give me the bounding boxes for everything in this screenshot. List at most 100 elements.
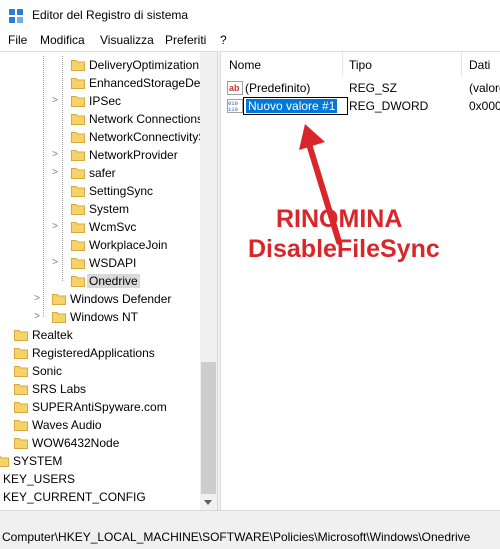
folder-icon [71, 186, 85, 197]
tree-item[interactable]: > Windows Defender [0, 290, 200, 308]
svg-text:ab: ab [229, 83, 240, 93]
folder-icon [71, 150, 85, 161]
menu-modifica[interactable]: Modifica [40, 33, 85, 47]
menu-help[interactable]: ? [220, 33, 227, 47]
tree-scrollbar[interactable] [200, 52, 217, 510]
tree-item[interactable]: KEY_CURRENT_CONFIG [0, 488, 200, 506]
column-type-header[interactable]: Tipo [349, 58, 372, 72]
value-data: 0x00000000 (0) [469, 99, 500, 113]
tree-item[interactable]: SRS Labs [0, 380, 200, 398]
folder-icon [14, 384, 28, 395]
annotation-title: RINOMINA [276, 205, 403, 233]
tree-item[interactable]: Realtek [0, 326, 200, 344]
folder-icon [71, 114, 85, 125]
tree-item[interactable]: Network Connections [0, 110, 204, 128]
expand-chevron-icon[interactable]: > [50, 149, 60, 160]
tree-item[interactable]: DeliveryOptimization [0, 56, 200, 74]
svg-text:110: 110 [228, 106, 238, 113]
tree-item-label: EnhancedStorageDevices [89, 76, 217, 90]
tree-item[interactable]: WorkplaceJoin [0, 236, 200, 254]
folder-icon [14, 402, 28, 413]
folder-icon [71, 96, 85, 107]
tree-item-label: Realtek [32, 328, 73, 342]
folder-icon [14, 330, 28, 341]
tree-item[interactable]: > WSDAPI [0, 254, 200, 272]
scroll-down-icon[interactable] [204, 500, 212, 505]
tree-item[interactable]: > safer [0, 164, 200, 182]
folder-icon [14, 366, 28, 377]
expand-chevron-icon[interactable]: > [50, 167, 60, 178]
menu-bar: File Modifica Visualizza Preferiti ? [0, 31, 500, 51]
tree-item[interactable]: KEY_USERS [0, 470, 200, 488]
values-list[interactable]: Nome Tipo Dati ab (Predefinito) REG_SZ (… [221, 51, 500, 510]
column-name-header[interactable]: Nome [229, 58, 261, 72]
tree-item[interactable]: SUPERAntiSpyware.com [0, 398, 200, 416]
tree-item[interactable]: SYSTEM [0, 452, 200, 470]
folder-icon [71, 240, 85, 251]
folder-icon [14, 420, 28, 431]
tree-item-label: NetworkConnectivityStatusIndicator [89, 130, 217, 144]
expand-chevron-icon[interactable]: > [50, 95, 60, 106]
tree-guide-line [62, 56, 63, 281]
status-path: Computer\HKEY_LOCAL_MACHINE\SOFTWARE\Pol… [2, 530, 471, 544]
tree-item-label: Windows Defender [70, 292, 172, 306]
window-title: Editor del Registro di sistema [32, 8, 189, 22]
tree-item-label: WOW6432Node [32, 436, 120, 450]
tree-item[interactable]: System [0, 200, 200, 218]
value-row[interactable]: ab (Predefinito) REG_SZ (valore non impo… [221, 79, 500, 97]
folder-icon [71, 168, 85, 179]
key-tree[interactable]: DeliveryOptimization EnhancedStorageDevic… [0, 51, 217, 510]
folder-icon [71, 132, 85, 143]
tree-item[interactable]: > IPSec [0, 92, 200, 110]
expand-chevron-icon[interactable]: > [32, 311, 42, 322]
menu-visualizza[interactable]: Visualizza [100, 33, 154, 47]
scrollbar-thumb[interactable] [201, 362, 216, 494]
expand-chevron-icon[interactable]: > [32, 293, 42, 304]
menu-preferiti[interactable]: Preferiti [165, 33, 206, 47]
tree-item-label: WorkplaceJoin [89, 238, 168, 252]
tree-item[interactable]: SettingSync [0, 182, 200, 200]
folder-icon [71, 276, 85, 287]
tree-item-label: NetworkProvider [89, 148, 178, 162]
values-header: Nome Tipo Dati [221, 52, 500, 76]
value-name: (Predefinito) [245, 81, 311, 95]
tree-item[interactable]: EnhancedStorageDevices [0, 74, 217, 92]
tree-item[interactable]: Waves Audio [0, 416, 200, 434]
tree-item-label: IPSec [89, 94, 122, 108]
column-divider[interactable] [461, 52, 462, 76]
menu-file[interactable]: File [8, 33, 27, 47]
tree-item[interactable]: WOW6432Node [0, 434, 200, 452]
tree-item[interactable]: NetworkConnectivityStatusIndicator [0, 128, 217, 146]
value-type: REG_SZ [349, 81, 398, 95]
expand-chevron-icon[interactable]: > [50, 257, 60, 268]
folder-icon [71, 222, 85, 233]
tree-item-label: KEY_USERS [3, 472, 76, 486]
folder-icon [0, 456, 9, 467]
rename-input[interactable]: Nuovo valore #1 [243, 97, 348, 115]
dword-value-icon: 010 110 [227, 99, 243, 113]
tree-item[interactable]: > WcmSvc [0, 218, 200, 236]
value-row[interactable]: 010 110 Nuovo valore #1 REG_DWORD 0x0000… [221, 97, 500, 115]
tree-item-label: Network Connections [89, 112, 204, 126]
tree-item-label: Sonic [32, 364, 63, 378]
tree-guide-line [43, 56, 44, 317]
tree-item-label: SYSTEM [13, 454, 63, 468]
tree-item[interactable]: > Windows NT [0, 308, 200, 326]
folder-icon [71, 204, 85, 215]
status-bar: Computer\HKEY_LOCAL_MACHINE\SOFTWARE\Pol… [0, 510, 500, 549]
expand-chevron-icon[interactable]: > [50, 221, 60, 232]
tree-item-label: WSDAPI [89, 256, 137, 270]
folder-icon [71, 78, 85, 89]
column-divider[interactable] [342, 52, 343, 76]
rename-input-text[interactable]: Nuovo valore #1 [246, 99, 338, 113]
value-data: (valore non impostato) [469, 81, 500, 95]
folder-icon [52, 312, 66, 323]
tree-item[interactable]: Onedrive [0, 272, 200, 290]
tree-item[interactable]: RegisteredApplications [0, 344, 200, 362]
tree-item-label: SRS Labs [32, 382, 87, 396]
tree-item[interactable]: Sonic [0, 362, 200, 380]
tree-item-label: System [89, 202, 130, 216]
tree-item-label: Windows NT [70, 310, 139, 324]
tree-item[interactable]: > NetworkProvider [0, 146, 200, 164]
column-data-header[interactable]: Dati [469, 58, 490, 72]
